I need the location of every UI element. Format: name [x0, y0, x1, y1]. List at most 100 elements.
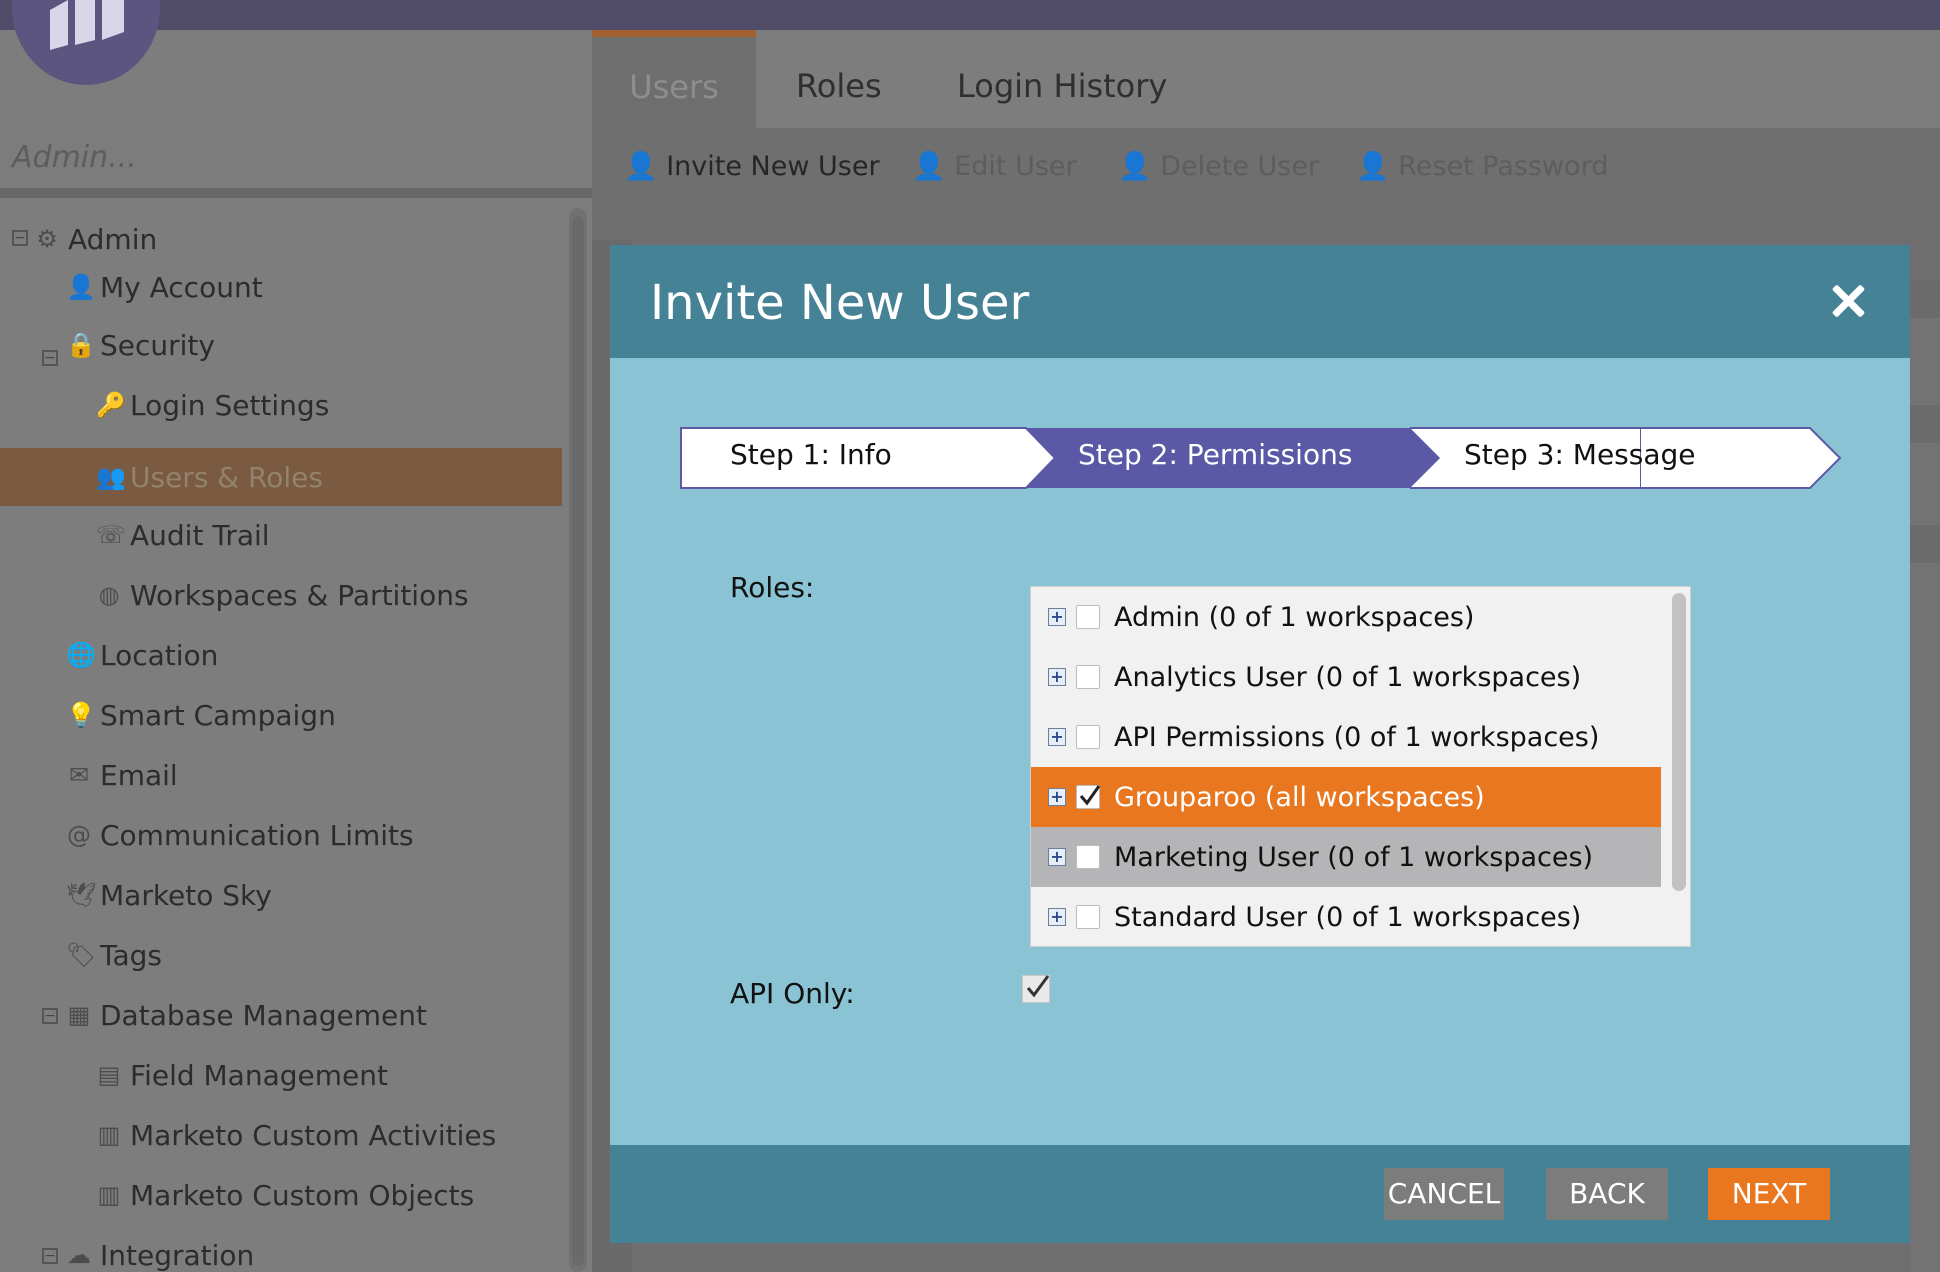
- tab-label: Roles: [796, 67, 882, 105]
- reset-password-icon: 👤: [1356, 151, 1390, 182]
- tree-item-tags[interactable]: 🏷 Tags: [66, 926, 162, 984]
- invite-new-user-button[interactable]: 👤 Invite New User: [624, 150, 880, 182]
- role-checkbox[interactable]: [1076, 845, 1100, 869]
- collapse-toggle-icon[interactable]: −: [12, 230, 28, 246]
- tree-item-smart-campaign[interactable]: 💡 Smart Campaign: [66, 686, 336, 744]
- tab-users[interactable]: Users: [592, 30, 756, 128]
- tree-item-users-roles[interactable]: 👥 Users & Roles: [0, 448, 562, 506]
- tab-login-history[interactable]: Login History: [957, 30, 1167, 128]
- edit-user-icon: 👤: [912, 151, 946, 182]
- tree-item-field-management[interactable]: ▤ Field Management: [96, 1046, 388, 1104]
- tree-item-database-management[interactable]: ▦ Database Management: [66, 986, 427, 1044]
- tree-item-email[interactable]: ✉ Email: [66, 746, 178, 804]
- step-2-permissions[interactable]: Step 2: Permissions: [1078, 438, 1352, 471]
- bird-icon: 🕊: [66, 881, 97, 909]
- role-checkbox[interactable]: [1076, 725, 1100, 749]
- email-icon: ✉: [68, 761, 90, 789]
- roles-label: Roles:: [730, 571, 815, 604]
- objects-icon: ▥: [97, 1181, 121, 1209]
- collapse-toggle-icon[interactable]: −: [42, 350, 58, 366]
- reset-password-button[interactable]: 👤 Reset Password: [1356, 150, 1608, 182]
- button-label: Reset Password: [1398, 151, 1609, 182]
- edit-user-button[interactable]: 👤 Edit User: [912, 150, 1077, 182]
- tab-roles[interactable]: Roles: [796, 30, 882, 128]
- checkmark-icon: [1026, 975, 1050, 998]
- user-icon: 👤: [66, 273, 96, 301]
- role-row-admin[interactable]: + Admin (0 of 1 workspaces): [1031, 587, 1661, 647]
- tree-item-label: Integration: [100, 1238, 255, 1272]
- tree-item-label: Security: [100, 328, 215, 362]
- role-checkbox[interactable]: [1076, 665, 1100, 689]
- tree-item-communication-limits[interactable]: @ Communication Limits: [66, 806, 414, 864]
- tree-item-marketo-sky[interactable]: 🕊 Marketo Sky: [66, 866, 272, 924]
- field-icon: ▤: [97, 1061, 121, 1089]
- at-sign-icon: @: [67, 821, 91, 849]
- dialog-title: Invite New User: [650, 275, 1030, 331]
- admin-search-input[interactable]: Admin...: [12, 140, 137, 175]
- tag-icon: 🏷: [66, 941, 97, 969]
- tree-item-marketo-custom-activities[interactable]: ▥ Marketo Custom Activities: [96, 1106, 497, 1164]
- top-bar: [0, 0, 1940, 30]
- tree-item-label: My Account: [100, 270, 263, 304]
- button-label: Invite New User: [666, 151, 880, 182]
- next-button[interactable]: NEXT: [1708, 1168, 1830, 1220]
- database-icon: ▦: [67, 1001, 91, 1029]
- admin-tree: − ⚙ Admin 👤 My Account − 🔒 Security 🔑 Lo…: [0, 208, 592, 1272]
- expand-plus-icon[interactable]: +: [1048, 848, 1066, 866]
- tree-item-label: Email: [100, 758, 178, 792]
- collapse-toggle-icon[interactable]: −: [42, 1248, 58, 1264]
- logo-mark-icon: [50, 0, 124, 50]
- grid-edge: [1910, 280, 1940, 1272]
- tree-item-security[interactable]: 🔒 Security: [66, 316, 215, 374]
- cancel-button[interactable]: CANCEL: [1384, 1168, 1504, 1220]
- close-icon[interactable]: [1830, 283, 1866, 319]
- expand-plus-icon[interactable]: +: [1048, 788, 1066, 806]
- delete-user-button[interactable]: 👤 Delete User: [1118, 150, 1319, 182]
- cloud-icon: ☁: [67, 1241, 91, 1269]
- users-icon: 👥: [96, 463, 126, 491]
- activities-icon: ▥: [97, 1121, 121, 1149]
- expand-plus-icon[interactable]: +: [1048, 608, 1066, 626]
- role-checkbox[interactable]: [1076, 605, 1100, 629]
- key-icon: 🔑: [96, 391, 126, 419]
- tree-item-location[interactable]: 🌐 Location: [66, 626, 218, 684]
- role-row-standard-user[interactable]: + Standard User (0 of 1 workspaces): [1031, 887, 1661, 946]
- tree-item-audit-trail[interactable]: ☏ Audit Trail: [96, 506, 270, 564]
- expand-plus-icon[interactable]: +: [1048, 668, 1066, 686]
- globe-icon: ◍: [98, 581, 120, 609]
- back-button[interactable]: BACK: [1546, 1168, 1668, 1220]
- button-label: Delete User: [1160, 151, 1320, 182]
- tree-item-my-account[interactable]: 👤 My Account: [66, 258, 263, 316]
- role-checkbox-checked[interactable]: [1076, 785, 1101, 809]
- tree-item-marketo-custom-objects[interactable]: ▥ Marketo Custom Objects: [96, 1166, 475, 1224]
- tree-item-login-settings[interactable]: 🔑 Login Settings: [96, 376, 329, 434]
- tree-item-integration[interactable]: ☁ Integration: [66, 1226, 254, 1272]
- role-row-marketing-user[interactable]: + Marketing User (0 of 1 workspaces): [1031, 827, 1661, 887]
- role-row-grouparoo[interactable]: + Grouparoo (all workspaces): [1031, 767, 1661, 827]
- role-label: API Permissions (0 of 1 workspaces): [1114, 721, 1600, 753]
- role-row-api-permissions[interactable]: + API Permissions (0 of 1 workspaces): [1031, 707, 1661, 767]
- grid-row-stripe: [1910, 280, 1940, 318]
- users-toolbar: [592, 128, 1940, 240]
- delete-user-icon: 👤: [1118, 151, 1152, 182]
- role-row-analytics-user[interactable]: + Analytics User (0 of 1 workspaces): [1031, 647, 1661, 707]
- tree-item-label: Login Settings: [130, 388, 330, 422]
- expand-plus-icon[interactable]: +: [1048, 908, 1066, 926]
- roles-scrollbar[interactable]: [1672, 593, 1686, 891]
- api-only-label: API Only:: [730, 977, 855, 1010]
- role-label: Grouparoo (all workspaces): [1114, 781, 1485, 813]
- admin-search-box[interactable]: Admin...: [0, 130, 592, 198]
- grid-row-stripe: [1910, 405, 1940, 443]
- api-only-checkbox[interactable]: [1022, 975, 1050, 1003]
- tree-item-label: Marketo Custom Activities: [130, 1118, 497, 1152]
- role-label: Standard User (0 of 1 workspaces): [1114, 901, 1582, 933]
- tree-scrollbar-thumb[interactable]: [572, 216, 584, 1266]
- expand-plus-icon[interactable]: +: [1048, 728, 1066, 746]
- step-3-message[interactable]: Step 3: Message: [1464, 438, 1696, 471]
- collapse-toggle-icon[interactable]: −: [42, 1008, 58, 1024]
- grid-row-stripe: [1910, 525, 1940, 563]
- lightbulb-icon: 💡: [66, 701, 96, 729]
- role-checkbox[interactable]: [1076, 905, 1100, 929]
- step-1-info[interactable]: Step 1: Info: [730, 438, 892, 471]
- tree-item-workspaces-partitions[interactable]: ◍ Workspaces & Partitions: [96, 566, 469, 624]
